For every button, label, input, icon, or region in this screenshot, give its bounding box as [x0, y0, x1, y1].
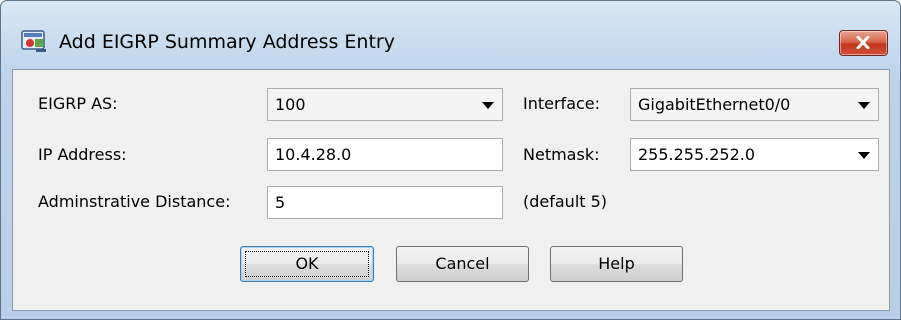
eigrp-as-label: EIGRP AS:	[38, 94, 118, 113]
dialog-body: EIGRP AS: 100 Interface: GigabitEthernet…	[12, 69, 890, 311]
admin-distance-input[interactable]: 5	[267, 186, 503, 219]
chevron-down-icon	[858, 152, 870, 159]
interface-label: Interface:	[523, 94, 601, 113]
netmask-select[interactable]: 255.255.252.0	[630, 138, 879, 171]
eigrp-as-value: 100	[275, 95, 306, 114]
cancel-button[interactable]: Cancel	[396, 246, 529, 282]
title-bar[interactable]: Add EIGRP Summary Address Entry	[1, 1, 900, 67]
ok-button[interactable]: OK	[240, 246, 374, 282]
ip-address-label: IP Address:	[38, 145, 127, 164]
focus-rectangle	[245, 251, 369, 277]
netmask-label: Netmask:	[523, 145, 600, 164]
netmask-value: 255.255.252.0	[638, 145, 756, 164]
dialog-window: Add EIGRP Summary Address Entry EIGRP AS…	[0, 0, 901, 320]
interface-select[interactable]: GigabitEthernet0/0	[630, 88, 879, 121]
chevron-down-icon	[482, 102, 494, 109]
ip-address-input[interactable]: 10.4.28.0	[267, 138, 503, 171]
admin-distance-hint: (default 5)	[523, 192, 608, 211]
interface-value: GigabitEthernet0/0	[638, 95, 791, 114]
close-icon	[856, 36, 870, 49]
eigrp-as-select[interactable]: 100	[267, 88, 503, 121]
help-button[interactable]: Help	[550, 246, 683, 282]
close-button[interactable]	[839, 30, 888, 56]
dialog-title: Add EIGRP Summary Address Entry	[59, 31, 395, 53]
chevron-down-icon	[858, 102, 870, 109]
admin-distance-label: Adminstrative Distance:	[38, 192, 231, 211]
app-icon	[21, 29, 47, 53]
